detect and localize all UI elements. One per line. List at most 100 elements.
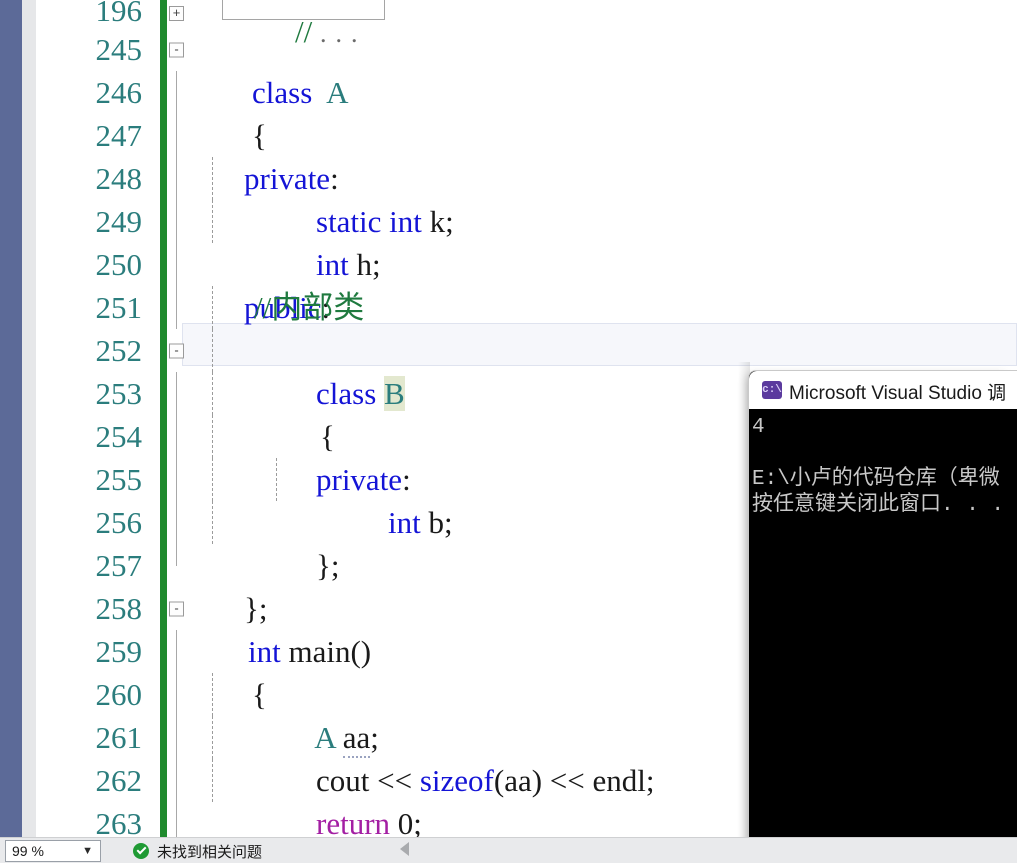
change-bar bbox=[160, 458, 167, 501]
outline-vertical-line bbox=[176, 114, 177, 157]
collapsed-region-text: // bbox=[295, 14, 320, 49]
code-line-247[interactable]: 247 private: bbox=[36, 114, 1017, 196]
outline-vertical-line bbox=[176, 716, 177, 759]
semicolon: ; bbox=[645, 763, 655, 798]
console-output[interactable]: 4 E:\小卢的代码仓库（卑微 按任意键关闭此窗口. . . bbox=[749, 409, 1017, 863]
code-line-250[interactable]: 250 public: bbox=[36, 243, 1017, 325]
semicolon: ; bbox=[445, 204, 454, 239]
shift-operator: << bbox=[549, 763, 585, 798]
indent-guide bbox=[212, 415, 213, 458]
change-bar bbox=[160, 415, 167, 458]
outline-vertical-line bbox=[176, 458, 177, 501]
line-number: 261 bbox=[95, 720, 143, 755]
function-name-main: main bbox=[288, 634, 351, 669]
change-bar bbox=[160, 544, 167, 587]
change-bar bbox=[160, 28, 167, 71]
expand-region-icon[interactable]: + bbox=[169, 6, 184, 21]
indent-guide bbox=[212, 759, 213, 802]
outline-vertical-line bbox=[176, 630, 177, 673]
change-bar bbox=[160, 200, 167, 243]
collapse-region-icon[interactable]: - bbox=[169, 343, 184, 358]
semicolon: ; bbox=[443, 505, 453, 540]
line-number: 251 bbox=[95, 290, 143, 325]
line-number: 247 bbox=[95, 118, 143, 153]
number-zero: 0 bbox=[397, 806, 414, 837]
left-gutter-strip bbox=[22, 0, 36, 837]
console-titlebar[interactable]: c:\ Microsoft Visual Studio 调 bbox=[749, 371, 1017, 409]
outline-vertical-line bbox=[176, 286, 177, 329]
collapsed-region-box[interactable]: // ... bbox=[222, 0, 386, 48]
type-name-A: A bbox=[326, 75, 349, 110]
change-bar bbox=[160, 716, 167, 759]
line-number: 252 bbox=[95, 333, 143, 368]
line-number: 255 bbox=[95, 462, 143, 497]
outline-vertical-line bbox=[176, 501, 177, 544]
outline-vertical-line bbox=[176, 802, 177, 837]
change-bar bbox=[160, 759, 167, 802]
collapse-region-icon[interactable]: - bbox=[169, 42, 184, 57]
change-bar bbox=[160, 243, 167, 286]
paren-argument-aa: (aa) bbox=[493, 763, 543, 798]
console-output-line: 按任意键关闭此窗口. . . bbox=[752, 494, 1005, 517]
outline-vertical-line bbox=[176, 243, 177, 286]
code-line-246[interactable]: 246 { bbox=[36, 71, 1017, 153]
change-bar bbox=[160, 114, 167, 157]
line-number: 262 bbox=[95, 763, 143, 798]
outline-vertical-line bbox=[176, 673, 177, 716]
zoom-level-dropdown[interactable]: 99 % ▼ bbox=[5, 840, 101, 862]
outline-vertical-line bbox=[176, 200, 177, 243]
brace-close-semicolon: }; bbox=[316, 548, 340, 583]
line-number: 245 bbox=[95, 32, 143, 67]
outline-vertical-line bbox=[176, 157, 177, 200]
code-text: } bbox=[190, 802, 267, 837]
keyword-int: int bbox=[389, 204, 422, 239]
indent-guide bbox=[212, 458, 213, 501]
code-text: int b; bbox=[326, 458, 453, 587]
outline-vertical-line bbox=[176, 759, 177, 802]
change-bar bbox=[160, 157, 167, 200]
change-bar bbox=[160, 286, 167, 329]
line-number: 259 bbox=[95, 634, 143, 669]
line-number: 254 bbox=[95, 419, 143, 454]
line-number: 257 bbox=[95, 548, 143, 583]
semicolon: ; bbox=[371, 247, 381, 282]
identifier-endl: endl bbox=[592, 763, 646, 798]
change-bar bbox=[160, 587, 167, 630]
left-arrow-icon[interactable] bbox=[400, 842, 409, 856]
line-number: 246 bbox=[95, 75, 143, 110]
identifier-b: b bbox=[428, 505, 444, 540]
line-number: 263 bbox=[95, 806, 143, 837]
change-bar bbox=[160, 802, 167, 837]
console-window[interactable]: c:\ Microsoft Visual Studio 调 4 E:\小卢的代码… bbox=[748, 370, 1017, 863]
keyword-int: int bbox=[388, 505, 421, 540]
console-icon: c:\ bbox=[762, 381, 782, 399]
keyword-return: return bbox=[316, 806, 391, 837]
outline-vertical-line bbox=[176, 544, 177, 566]
line-number: 260 bbox=[95, 677, 143, 712]
line-number: 196 bbox=[95, 0, 143, 28]
line-number: 253 bbox=[95, 376, 143, 411]
code-text: return 0; bbox=[254, 759, 422, 837]
status-bar: 99 % ▼ 未找到相关问题 bbox=[0, 837, 1017, 863]
collapse-region-icon[interactable]: - bbox=[169, 601, 184, 616]
line-number: 256 bbox=[95, 505, 143, 540]
left-accent-strip bbox=[0, 0, 22, 837]
change-bar bbox=[160, 71, 167, 114]
identifier-k: k bbox=[429, 204, 446, 239]
change-bar bbox=[160, 329, 167, 372]
console-output-line: 4 bbox=[752, 416, 765, 439]
change-bar bbox=[160, 372, 167, 415]
semicolon: ; bbox=[413, 806, 422, 837]
chevron-down-icon[interactable]: ▼ bbox=[82, 841, 93, 861]
code-line-245[interactable]: 245 - class A bbox=[36, 28, 1017, 110]
change-bar bbox=[160, 673, 167, 716]
change-bar bbox=[160, 501, 167, 544]
check-circle-icon bbox=[133, 843, 149, 859]
identifier-h: h bbox=[356, 247, 372, 282]
outline-vertical-line bbox=[176, 71, 177, 114]
change-bar bbox=[160, 630, 167, 673]
code-line-196[interactable]: 196 + // ... bbox=[36, 0, 1017, 48]
console-window-title: Microsoft Visual Studio 调 bbox=[789, 383, 1007, 404]
keyword-sizeof: sizeof bbox=[419, 763, 494, 798]
collapsed-region-dots: ... bbox=[319, 19, 367, 48]
